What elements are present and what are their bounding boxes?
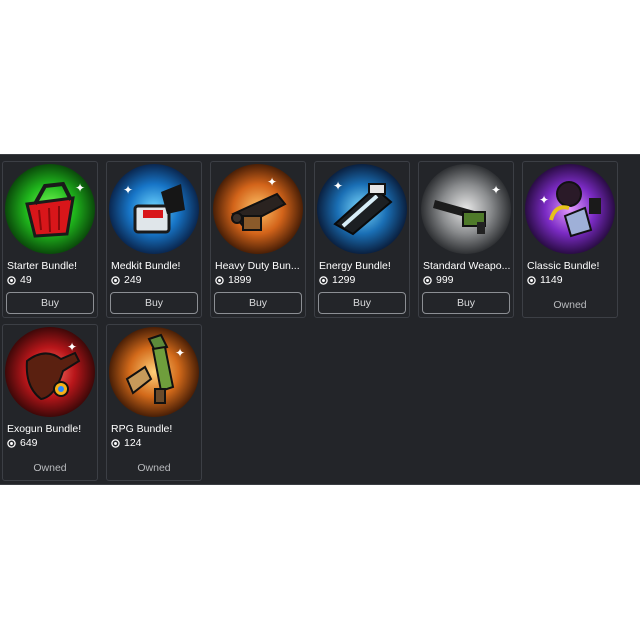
svg-text:✦: ✦: [539, 193, 549, 207]
robux-icon: [319, 275, 328, 285]
bundle-price: 49: [7, 274, 32, 286]
buy-button[interactable]: Buy: [318, 292, 406, 314]
bundle-name: Medkit Bundle!: [111, 260, 181, 272]
owned-label: Owned: [33, 462, 67, 474]
robux-icon: [111, 438, 120, 448]
svg-text:✦: ✦: [175, 346, 185, 360]
bundle-card-classic[interactable]: ✦ Classic Bundle! 1149 Owned: [522, 161, 618, 318]
energy-gun-icon: ✦: [317, 164, 407, 254]
bundle-card-rpg[interactable]: ✦ RPG Bundle! 124 Owned: [106, 324, 202, 481]
bundle-price: 999: [423, 274, 454, 286]
bundle-price: 1149: [527, 274, 563, 286]
bundle-name: Exogun Bundle!: [7, 423, 82, 435]
red-basket-icon: ✦: [5, 164, 95, 254]
svg-text:✦: ✦: [491, 183, 501, 197]
owned-label: Owned: [137, 462, 171, 474]
buy-button[interactable]: Buy: [6, 292, 94, 314]
robux-icon: [215, 275, 224, 285]
buy-button[interactable]: Buy: [422, 292, 510, 314]
robux-icon: [111, 275, 120, 285]
svg-text:✦: ✦: [75, 181, 85, 195]
bundle-price: 1299: [319, 274, 355, 286]
robux-icon: [423, 275, 432, 285]
bundle-card-starter[interactable]: ✦ Starter Bundle! 49 Buy: [2, 161, 98, 318]
bundles-panel: ✦ Starter Bundle! 49 Buy ✦ Medkit Bundle…: [0, 154, 640, 485]
bundle-name: Starter Bundle!: [7, 260, 78, 272]
svg-text:✦: ✦: [67, 340, 77, 354]
svg-text:✦: ✦: [123, 183, 133, 197]
bundle-name: Standard Weapo...: [423, 260, 511, 272]
classic-gear-icon: ✦: [525, 164, 615, 254]
robux-icon: [7, 275, 16, 285]
bundle-card-standard-weapons[interactable]: ✦ Standard Weapo... 999 Buy: [418, 161, 514, 318]
bundle-name: Heavy Duty Bun...: [215, 260, 300, 272]
svg-text:✦: ✦: [333, 179, 343, 193]
robux-icon: [7, 438, 16, 448]
svg-text:✦: ✦: [267, 175, 277, 189]
heavy-gun-icon: ✦: [213, 164, 303, 254]
bundle-name: Classic Bundle!: [527, 260, 600, 272]
bundle-price: 249: [111, 274, 142, 286]
bundle-card-exogun[interactable]: ✦ Exogun Bundle! 649 Owned: [2, 324, 98, 481]
bundle-card-medkit[interactable]: ✦ Medkit Bundle! 249 Buy: [106, 161, 202, 318]
rpg-launcher-icon: ✦: [109, 327, 199, 417]
buy-button[interactable]: Buy: [214, 292, 302, 314]
bundle-price: 649: [7, 437, 38, 449]
bundle-name: RPG Bundle!: [111, 423, 173, 435]
robux-icon: [527, 275, 536, 285]
exogun-icon: ✦: [5, 327, 95, 417]
owned-label: Owned: [553, 299, 587, 311]
rifle-icon: ✦: [421, 164, 511, 254]
medkit-icon: ✦: [109, 164, 199, 254]
bundle-price: 1899: [215, 274, 251, 286]
bundle-card-heavy-duty[interactable]: ✦ Heavy Duty Bun... 1899 Buy: [210, 161, 306, 318]
buy-button[interactable]: Buy: [110, 292, 198, 314]
bundle-price: 124: [111, 437, 142, 449]
bundle-card-energy[interactable]: ✦ Energy Bundle! 1299 Buy: [314, 161, 410, 318]
bundle-name: Energy Bundle!: [319, 260, 391, 272]
